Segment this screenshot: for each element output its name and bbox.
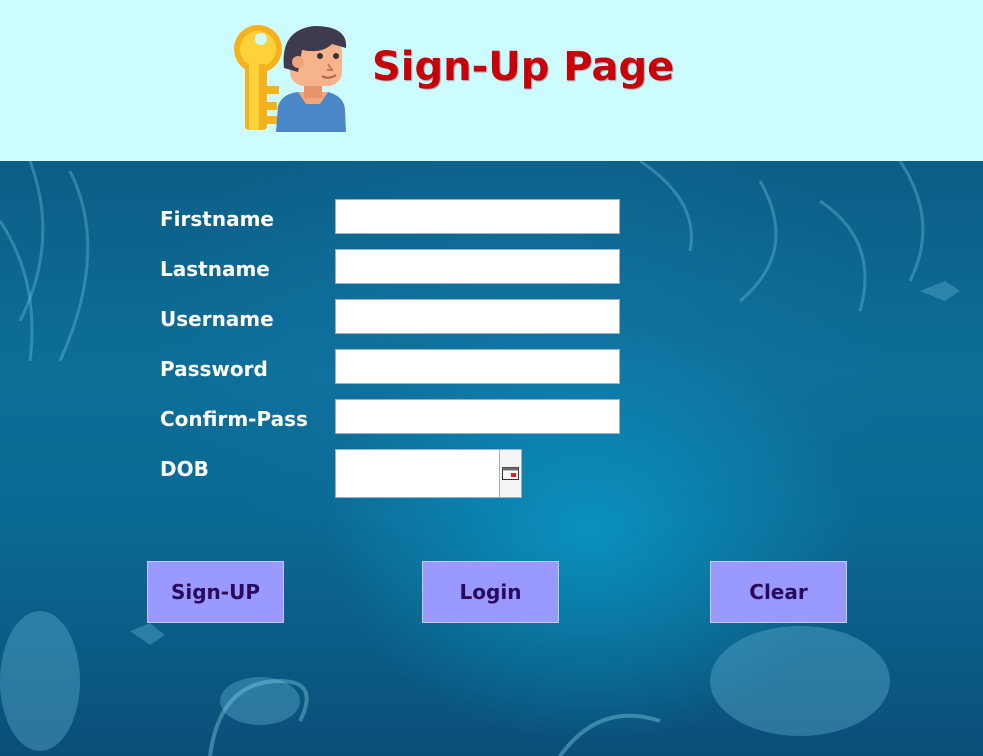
confirm-password-label: Confirm-Pass (160, 407, 308, 431)
key-and-user-icon (228, 24, 348, 132)
form-panel: Firstname Lastname Username Password Con… (0, 161, 983, 756)
page-title: Sign-Up Page (372, 44, 675, 90)
username-label: Username (160, 307, 274, 331)
firstname-input[interactable] (335, 199, 620, 234)
calendar-icon (502, 467, 519, 480)
confirm-password-input[interactable] (335, 399, 620, 434)
dob-label: DOB (160, 457, 209, 481)
password-label: Password (160, 357, 268, 381)
clear-button[interactable]: Clear (710, 561, 847, 623)
signup-button[interactable]: Sign-UP (147, 561, 284, 623)
lastname-label: Lastname (160, 257, 270, 281)
username-input[interactable] (335, 299, 620, 334)
header-bar: Sign-Up Page (0, 0, 983, 161)
login-button[interactable]: Login (422, 561, 559, 623)
lastname-input[interactable] (335, 249, 620, 284)
firstname-label: Firstname (160, 207, 274, 231)
password-input[interactable] (335, 349, 620, 384)
date-picker-button[interactable] (499, 449, 522, 498)
dob-input[interactable] (335, 449, 500, 498)
